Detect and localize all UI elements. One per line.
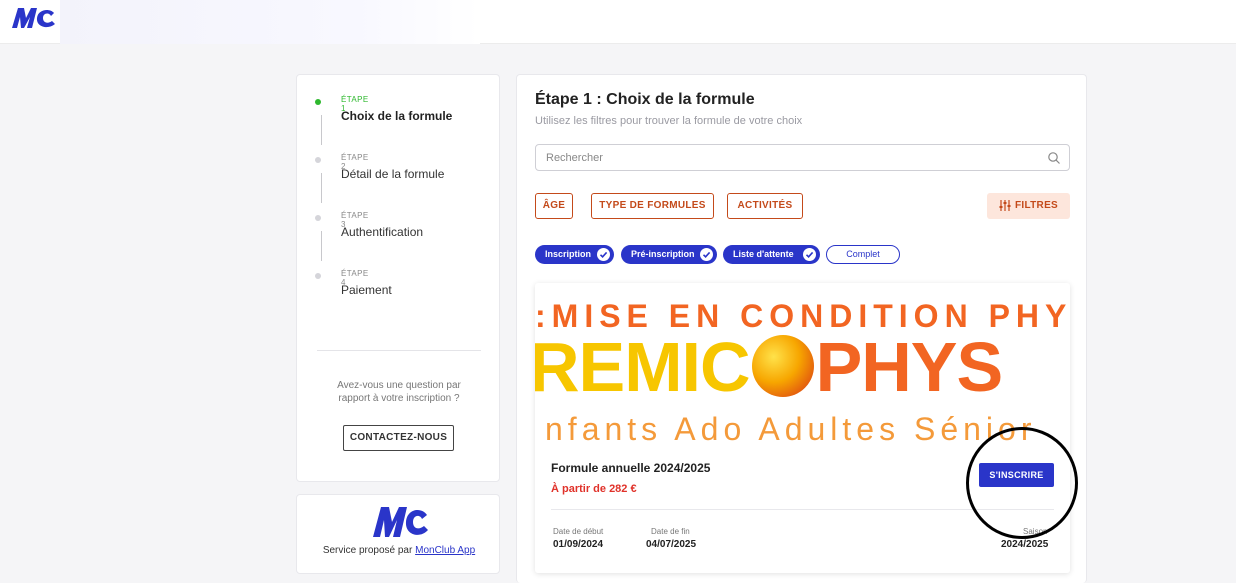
filters-button[interactable]: FILTRES [987, 193, 1070, 219]
step-connector [321, 115, 322, 145]
product-card[interactable]: :MISE EN CONDITION PHYSIQU REMICPHYS nfa… [535, 283, 1070, 573]
service-panel: Service proposé par MonClub App [296, 494, 500, 574]
monclub-link[interactable]: MonClub App [415, 545, 475, 556]
product-banner: :MISE EN CONDITION PHYSIQU REMICPHYS nfa… [535, 283, 1070, 448]
product-name: Formule annuelle 2024/2025 [551, 461, 711, 475]
search-icon[interactable] [1047, 151, 1061, 165]
chip-label: Inscription [545, 249, 592, 259]
start-date-value: 01/09/2024 [553, 539, 604, 550]
filter-age-button[interactable]: ÂGE [535, 193, 573, 219]
filter-type-button[interactable]: TYPE DE FORMULES [591, 193, 714, 219]
top-bar-band [60, 0, 480, 44]
page-title: Étape 1 : Choix de la formule [535, 91, 755, 108]
step-connector [321, 231, 322, 261]
step-2-title: Détail de la formule [341, 167, 445, 181]
chip-liste-attente[interactable]: Liste d'attente [723, 245, 820, 264]
step-2-indicator [315, 157, 321, 163]
end-date-label: Date de fin [651, 527, 690, 536]
step-3-title: Authentification [341, 225, 424, 239]
chip-label: Liste d'attente [733, 249, 794, 259]
filter-activities-button[interactable]: ACTIVITÉS [727, 193, 803, 219]
product-price: À partir de 282 € [551, 483, 637, 495]
end-date-value: 04/07/2025 [646, 539, 697, 550]
panel-divider [317, 350, 481, 351]
chip-complet[interactable]: Complet [826, 245, 900, 264]
service-text: Service proposé par [322, 545, 413, 556]
search-box [535, 144, 1070, 171]
filters-label: FILTRES [1014, 200, 1059, 211]
step-4-title: Paiement [341, 283, 392, 297]
contact-button[interactable]: CONTACTEZ-NOUS [343, 425, 454, 451]
chip-inscription[interactable]: Inscription [535, 245, 614, 264]
banner-audience: nfants Ado Adultes Sénior [545, 411, 1037, 447]
step-connector [321, 173, 322, 203]
step-3-indicator [315, 215, 321, 221]
step-1-title: Choix de la formule [341, 109, 453, 123]
sliders-icon [999, 199, 1011, 211]
banner-brand-end: PHYS [815, 328, 1004, 406]
top-bar [0, 0, 1236, 44]
sun-ball-icon [751, 335, 814, 397]
check-icon [803, 248, 816, 261]
chip-pre-inscription[interactable]: Pré-inscription [621, 245, 717, 264]
help-question: Avez-vous une question par rapport à vot… [337, 380, 461, 404]
check-icon [700, 248, 713, 261]
service-credit: Service proposé par MonClub App [297, 545, 501, 556]
steps-panel: ÉTAPE 1 Choix de la formule ÉTAPE 2 Déta… [296, 74, 500, 482]
season-value: 2024/2025 [1001, 539, 1049, 550]
page-subtitle: Utilisez les filtres pour trouver la for… [535, 115, 803, 127]
chip-label: Pré-inscription [631, 249, 695, 259]
banner-brand-start: REMIC [535, 328, 751, 406]
banner-brand: REMIC PHYS [535, 327, 1004, 407]
step-1-indicator [315, 99, 321, 105]
search-input[interactable] [536, 145, 1036, 170]
check-icon [597, 248, 610, 261]
monclub-logo[interactable] [10, 6, 62, 30]
start-date-label: Date de début [553, 527, 604, 536]
step-4-indicator [315, 273, 321, 279]
highlight-circle [966, 427, 1078, 539]
monclub-logo-large [373, 507, 428, 537]
